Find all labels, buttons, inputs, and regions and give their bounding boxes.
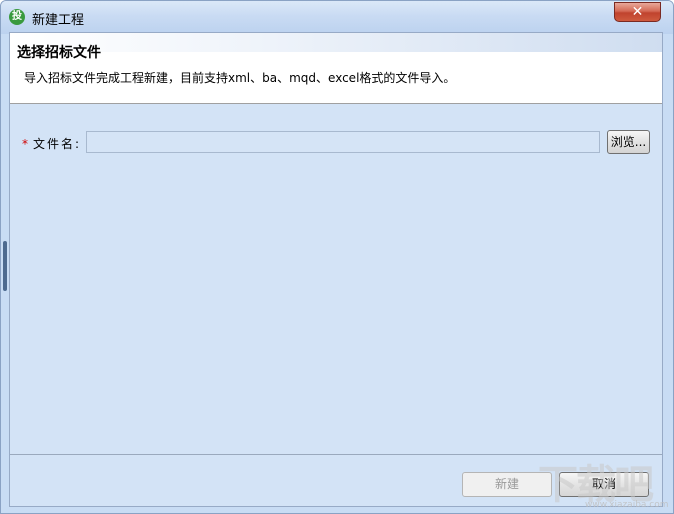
watermark-url: www.xiazaiba.com <box>585 500 669 510</box>
required-marker: * <box>22 137 28 151</box>
browse-button[interactable]: 浏览... <box>607 130 650 154</box>
wizard-header: 选择招标文件 导入招标文件完成工程新建，目前支持xml、ba、mqd、excel… <box>10 33 662 104</box>
header-gradient <box>10 33 662 52</box>
page-title: 选择招标文件 <box>17 45 101 61</box>
window-title: 新建工程 <box>32 13 85 28</box>
title-bar[interactable]: 投 新建工程 ✕ <box>1 1 673 34</box>
resize-grip <box>3 241 7 291</box>
file-name-input[interactable] <box>86 131 600 153</box>
app-logo-icon: 投 <box>9 9 25 25</box>
dialog-window: 投 新建工程 ✕ 选择招标文件 导入招标文件完成工程新建，目前支持xml、ba、… <box>0 0 674 514</box>
file-name-label: 文件名: <box>33 137 82 151</box>
close-button[interactable]: ✕ <box>614 2 661 22</box>
dialog-client-area: 选择招标文件 导入招标文件完成工程新建，目前支持xml、ba、mqd、excel… <box>9 32 663 507</box>
page-description: 导入招标文件完成工程新建，目前支持xml、ba、mqd、excel格式的文件导入… <box>24 71 456 85</box>
close-icon: ✕ <box>631 4 644 20</box>
